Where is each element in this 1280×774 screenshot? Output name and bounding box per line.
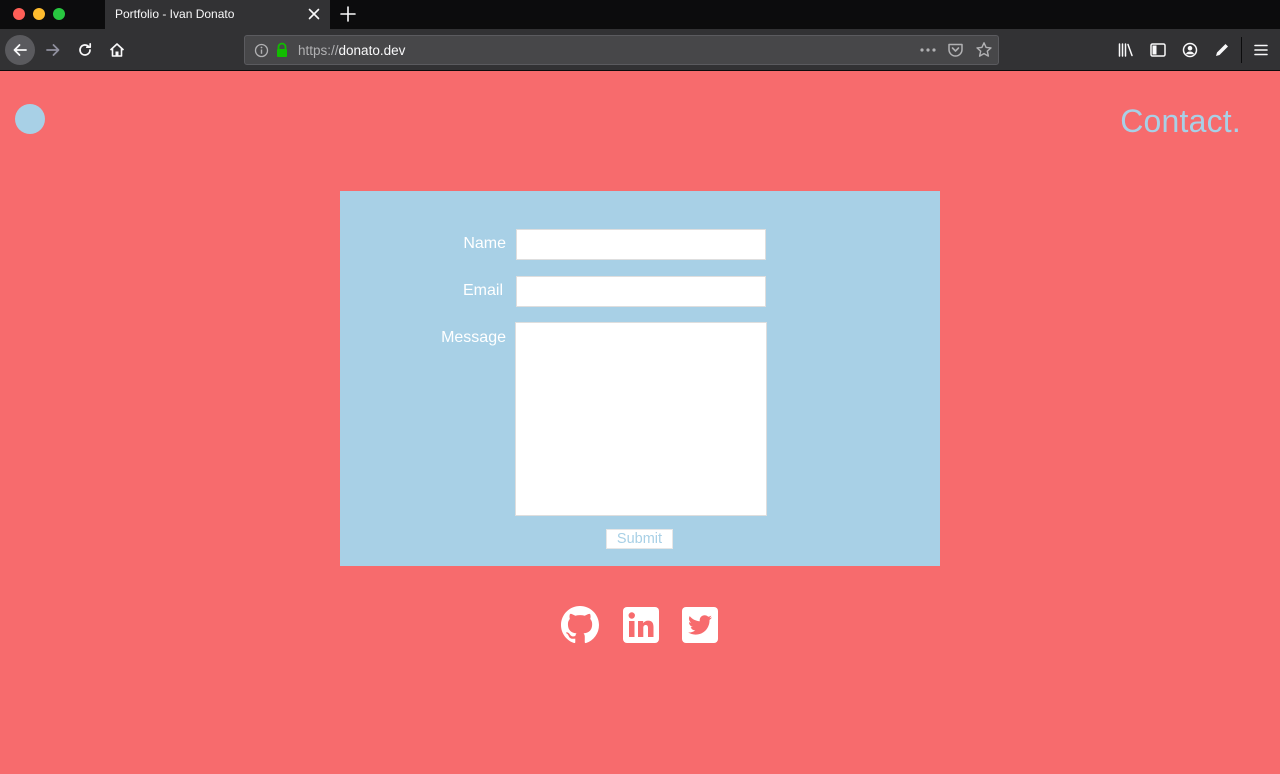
logo-circle[interactable]	[15, 104, 45, 134]
site-info-icon[interactable]	[254, 43, 269, 63]
tab-close-icon[interactable]	[306, 6, 322, 22]
message-field[interactable]	[515, 322, 767, 516]
lock-icon[interactable]	[275, 42, 289, 63]
page-content: Contact. Name Email Message Submit	[0, 71, 1280, 774]
bookmark-star-icon[interactable]	[975, 41, 993, 64]
twitter-icon	[682, 607, 718, 643]
page-title: Contact.	[1120, 103, 1241, 139]
url-host: donato.dev	[338, 43, 406, 58]
home-icon	[109, 43, 125, 57]
forward-arrow-icon	[46, 44, 60, 56]
browser-tab-strip: Portfolio - Ivan Donato	[0, 0, 1280, 29]
window-minimize-button[interactable]	[33, 8, 45, 20]
home-button[interactable]	[102, 35, 132, 65]
url-text[interactable]: https://donato.dev	[298, 43, 405, 58]
account-icon[interactable]	[1181, 41, 1199, 59]
sidebar-icon[interactable]	[1149, 41, 1167, 59]
name-field[interactable]	[516, 229, 766, 260]
linkedin-link[interactable]	[622, 606, 660, 644]
tab-title: Portfolio - Ivan Donato	[115, 7, 235, 21]
github-icon	[561, 606, 599, 644]
email-field[interactable]	[516, 276, 766, 307]
window-maximize-button[interactable]	[53, 8, 65, 20]
back-button[interactable]	[5, 35, 35, 65]
contact-form: Name Email Message Submit	[340, 191, 940, 566]
toolbar-separator	[1241, 37, 1242, 63]
forward-button[interactable]	[38, 35, 68, 65]
hamburger-menu-icon[interactable]	[1252, 41, 1270, 59]
back-arrow-icon	[13, 44, 27, 56]
email-label: Email	[462, 282, 503, 299]
url-scheme: https://	[298, 43, 339, 58]
browser-nav-bar: https://donato.dev	[0, 29, 1280, 71]
library-icon[interactable]	[1117, 41, 1135, 59]
pocket-icon[interactable]	[947, 42, 964, 63]
new-tab-icon[interactable]	[338, 4, 358, 24]
submit-button[interactable]: Submit	[606, 529, 673, 549]
reload-icon	[79, 42, 92, 56]
reload-button[interactable]	[70, 35, 100, 65]
pencil-icon[interactable]	[1213, 41, 1231, 59]
window-close-button[interactable]	[13, 8, 25, 20]
page-actions-icon[interactable]	[919, 42, 937, 63]
name-label: Name	[463, 235, 506, 252]
browser-tab[interactable]: Portfolio - Ivan Donato	[105, 0, 330, 29]
github-link[interactable]	[561, 606, 599, 644]
twitter-link[interactable]	[681, 606, 719, 644]
address-bar[interactable]: https://donato.dev	[244, 35, 999, 65]
linkedin-icon	[623, 607, 659, 643]
message-label: Message	[441, 329, 506, 346]
